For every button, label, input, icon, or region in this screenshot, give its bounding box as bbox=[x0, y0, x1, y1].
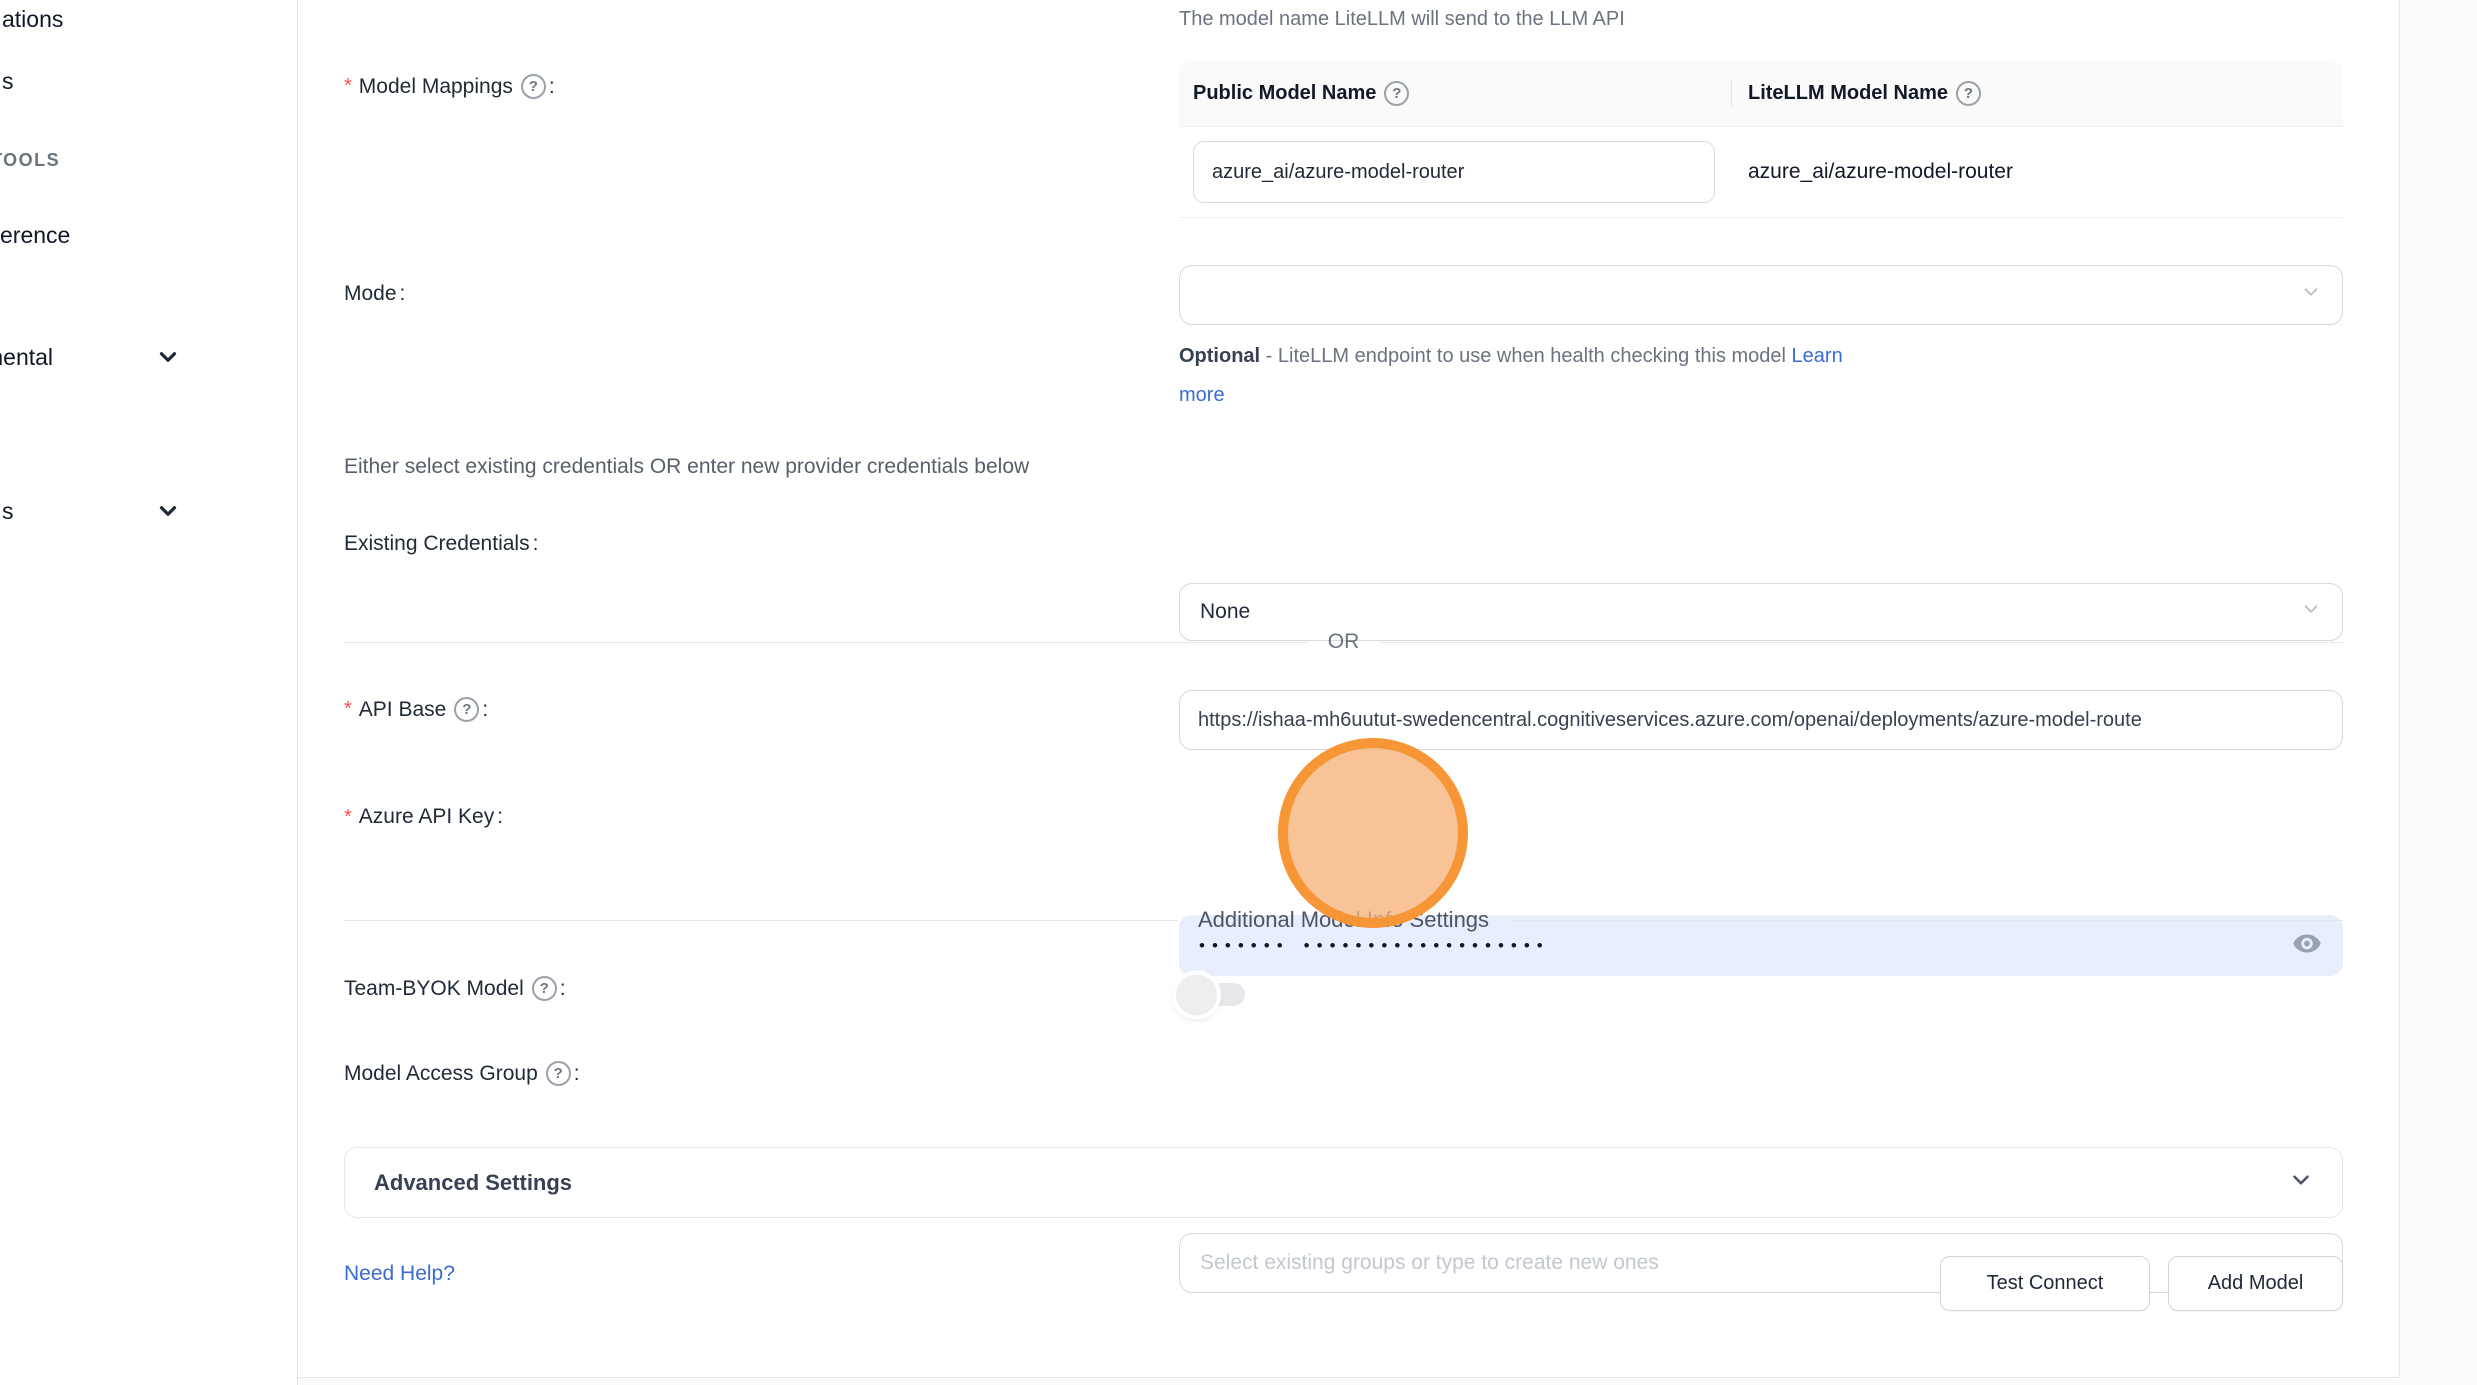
need-help-link[interactable]: Need Help? bbox=[344, 1262, 455, 1286]
mode-select[interactable] bbox=[1179, 265, 2343, 325]
public-model-name-input[interactable] bbox=[1193, 141, 1715, 203]
team-byok-toggle[interactable] bbox=[1179, 983, 1245, 1006]
or-divider: OR bbox=[344, 630, 2343, 654]
additional-settings-divider-label: Additional Model Info Settings bbox=[1198, 907, 1489, 933]
question-circle-icon[interactable]: ? bbox=[521, 74, 546, 99]
mode-help-text: Optional - LiteLLM endpoint to use when … bbox=[1179, 337, 1879, 415]
azure-api-key-label: * Azure API Key : bbox=[344, 805, 503, 829]
chevron-down-icon bbox=[2300, 598, 2322, 626]
column-divider bbox=[1731, 80, 1732, 107]
question-circle-icon[interactable]: ? bbox=[1956, 81, 1981, 106]
eye-icon[interactable] bbox=[2289, 928, 2325, 963]
required-asterisk: * bbox=[344, 698, 352, 721]
chevron-down-icon bbox=[2288, 1167, 2314, 1198]
toggle-knob bbox=[1176, 974, 1217, 1015]
click-highlight-overlay bbox=[1278, 738, 1468, 928]
question-circle-icon[interactable]: ? bbox=[1384, 81, 1409, 106]
sidebar-item-clipped-1[interactable]: ations bbox=[2, 6, 63, 33]
required-asterisk: * bbox=[344, 75, 352, 98]
sidebar: ations s TOOLS erence mental s bbox=[0, 0, 298, 1385]
mode-label: Mode : bbox=[344, 282, 405, 306]
model-mappings-label: * Model Mappings ? : bbox=[344, 74, 555, 99]
masked-password-dots: •••••••••••••••••••••••••• bbox=[1199, 937, 1550, 954]
add-model-button[interactable]: Add Model bbox=[2168, 1256, 2343, 1311]
additional-settings-divider: Additional Model Info Settings bbox=[344, 907, 2343, 933]
api-base-label: * API Base ? : bbox=[344, 697, 488, 722]
question-circle-icon[interactable]: ? bbox=[546, 1061, 571, 1086]
model-mappings-table: Public Model Name ? LiteLLM Model Name ?… bbox=[1179, 60, 2343, 218]
model-name-description: The model name LiteLLM will send to the … bbox=[1179, 8, 1625, 31]
existing-credentials-label: Existing Credentials : bbox=[344, 532, 538, 556]
api-base-input[interactable] bbox=[1179, 690, 2343, 750]
existing-credentials-value: None bbox=[1200, 600, 1250, 624]
chevron-down-icon[interactable] bbox=[155, 498, 181, 524]
add-model-form: The model name LiteLLM will send to the … bbox=[298, 0, 2400, 1378]
sidebar-item-clipped-2[interactable]: s bbox=[2, 68, 14, 95]
advanced-settings-panel[interactable]: Advanced Settings bbox=[344, 1147, 2343, 1218]
sidebar-section-tools: TOOLS bbox=[0, 150, 60, 171]
chevron-down-icon[interactable] bbox=[155, 344, 181, 370]
required-asterisk: * bbox=[344, 806, 352, 829]
litellm-model-name-value: azure_ai/azure-model-router bbox=[1731, 160, 2013, 184]
model-access-group-placeholder: Select existing groups or type to create… bbox=[1200, 1251, 1659, 1275]
public-model-name-header: Public Model Name ? bbox=[1179, 81, 1731, 106]
litellm-model-name-header: LiteLLM Model Name ? bbox=[1731, 81, 2343, 106]
question-circle-icon[interactable]: ? bbox=[454, 697, 479, 722]
or-divider-label: OR bbox=[1328, 630, 1360, 654]
sidebar-item-clipped-3[interactable]: erence bbox=[0, 222, 70, 249]
chevron-down-icon bbox=[2300, 281, 2322, 309]
table-row: azure_ai/azure-model-router bbox=[1179, 127, 2343, 218]
sidebar-item-clipped-4[interactable]: mental bbox=[0, 344, 53, 371]
model-access-group-label: Model Access Group ? : bbox=[344, 1061, 580, 1086]
sidebar-item-clipped-5[interactable]: s bbox=[2, 498, 14, 525]
credentials-note: Either select existing credentials OR en… bbox=[344, 455, 1029, 479]
question-circle-icon[interactable]: ? bbox=[532, 976, 557, 1001]
team-byok-label: Team-BYOK Model ? : bbox=[344, 976, 566, 1001]
test-connect-button[interactable]: Test Connect bbox=[1940, 1256, 2150, 1311]
advanced-settings-title: Advanced Settings bbox=[374, 1170, 2288, 1196]
add-model-page: ations s TOOLS erence mental s The model… bbox=[0, 0, 2477, 1385]
model-mappings-header-row: Public Model Name ? LiteLLM Model Name ? bbox=[1179, 60, 2343, 127]
